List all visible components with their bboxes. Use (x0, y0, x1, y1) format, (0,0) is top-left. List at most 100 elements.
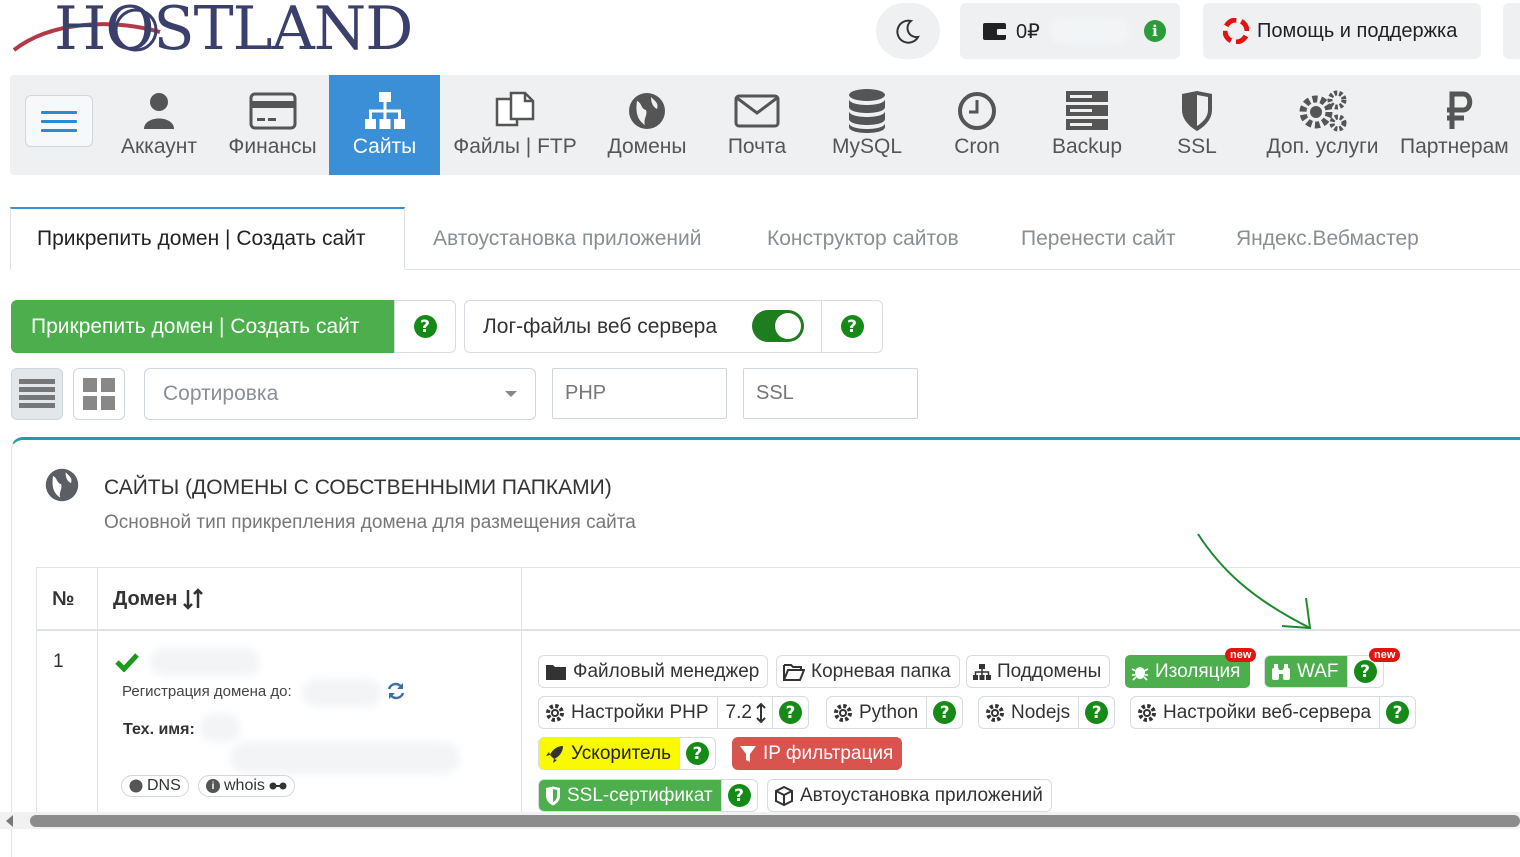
attach-help-button[interactable]: ? (394, 300, 456, 353)
tab-autoinstall[interactable]: Автоустановка приложений (433, 207, 701, 270)
theme-toggle-button[interactable] (876, 3, 940, 59)
log-files-label: Лог-файлы веб сервера (483, 314, 718, 338)
nav-item-mysql[interactable]: MySQL (817, 75, 917, 175)
tab-attach-domain[interactable]: Прикрепить домен | Создать сайт (10, 207, 405, 270)
nav-label: Сайты (352, 135, 417, 158)
help-support-button[interactable]: Помощь и поддержка (1203, 3, 1481, 59)
question-icon: ? (778, 701, 802, 724)
redacted-tech (200, 714, 240, 742)
php-filter-input[interactable]: PHP (552, 368, 727, 419)
nodejs-button[interactable]: Nodejs ? (978, 696, 1116, 729)
gear-icon (546, 703, 564, 722)
web-server-settings-button[interactable]: Настройки веб-сервера ? (1130, 696, 1417, 729)
scrollbar-thumb[interactable] (30, 815, 1520, 827)
grid-view-button[interactable] (73, 368, 125, 420)
new-badge: new (1369, 648, 1401, 662)
redacted-domain (150, 648, 260, 676)
annotation-arrow (1197, 533, 1312, 630)
globe-icon (44, 467, 80, 508)
main-nav: Аккаунт Финансы Сайты Файлы | FTP Домены… (10, 75, 1520, 175)
wallet-icon (983, 23, 1007, 40)
php-settings-button[interactable]: Настройки PHP 7.2 ? (538, 696, 809, 729)
nav-label: Аккаунт (120, 135, 197, 158)
hamburger-icon (41, 110, 77, 114)
chevron-down-icon (505, 391, 517, 397)
gears-icon (1298, 75, 1348, 135)
binoculars-icon (1272, 663, 1290, 680)
tab-yandex-webmaster[interactable]: Яндекс.Вебмастер (1236, 207, 1419, 270)
nav-label: Cron (954, 135, 1000, 158)
ssl-filter-input[interactable]: SSL (743, 368, 918, 419)
nav-label: SSL (1177, 135, 1217, 158)
gear-icon (986, 703, 1004, 722)
accelerator-button[interactable]: Ускоритель ? (538, 737, 716, 770)
list-icon (19, 379, 55, 408)
header-extra-button[interactable] (1503, 3, 1520, 59)
php-version-select[interactable]: 7.2 (716, 697, 772, 728)
dns-button[interactable]: DNS (121, 775, 189, 797)
col-domain[interactable]: Домен (113, 567, 204, 631)
redacted-tech-2 (230, 742, 460, 774)
section-title: САЙТЫ (ДОМЕНЫ С СОБСТВЕННЫМИ ПАПКАМИ) (104, 476, 612, 499)
nav-item-files-ftp[interactable]: Файлы | FTP (450, 75, 580, 175)
nav-item-domains[interactable]: Домены (597, 75, 697, 175)
sort-select[interactable]: Сортировка (144, 368, 536, 420)
nav-item-sites[interactable]: Сайты (329, 75, 440, 175)
credit-card-icon (249, 75, 297, 135)
tab-transfer-site[interactable]: Перенести сайт (1021, 207, 1176, 270)
log-files-toggle[interactable] (752, 310, 804, 342)
tech-label: Тех. имя: (123, 721, 195, 738)
folder-open-icon (783, 663, 805, 681)
reg-label: Регистрация домена до: (122, 683, 292, 700)
nav-item-partners[interactable]: Партнерам (1400, 75, 1520, 175)
nav-label: Партнерам (1400, 135, 1509, 158)
logo-text: HOSTLAND (54, 0, 413, 64)
sitemap-icon (362, 75, 408, 135)
nav-item-cron[interactable]: Cron (927, 75, 1027, 175)
new-badge: new (1225, 648, 1257, 662)
balance-value: 0₽ (1016, 20, 1040, 43)
question-icon: ? (1353, 660, 1377, 683)
waf-button[interactable]: WAF ? (1264, 655, 1384, 688)
shield-icon (1180, 75, 1214, 135)
hostland-logo[interactable]: HOSTLAND (10, 0, 413, 64)
file-manager-button[interactable]: Файловый менеджер (538, 655, 769, 688)
nav-item-ssl[interactable]: SSL (1147, 75, 1247, 175)
log-help-button[interactable]: ? (821, 300, 883, 353)
subdomains-button[interactable]: Поддомены (966, 655, 1111, 688)
ip-filter-button[interactable]: IP фильтрация (732, 737, 903, 770)
whois-button[interactable]: i whois (198, 775, 295, 797)
nav-label: Файлы | FTP (453, 135, 577, 158)
shield-icon (546, 786, 560, 805)
row-number: 1 (53, 651, 64, 672)
question-icon: ? (685, 742, 709, 765)
ssl-certificate-button[interactable]: SSL-сертификат ? (538, 779, 758, 812)
database-icon (847, 75, 887, 135)
tab-site-builder[interactable]: Конструктор сайтов (767, 207, 959, 270)
list-view-button[interactable] (11, 368, 63, 420)
globe-icon (627, 75, 667, 135)
nav-item-account[interactable]: Аккаунт (109, 75, 209, 175)
autoinstall-apps-button[interactable]: Автоустановка приложений (767, 779, 1052, 812)
nav-label: MySQL (831, 135, 902, 158)
menu-toggle-button[interactable] (25, 95, 93, 147)
cube-icon (775, 785, 793, 806)
nav-label: Backup (1051, 135, 1123, 158)
rocket-icon (546, 745, 563, 763)
check-icon (115, 653, 139, 672)
refresh-icon[interactable] (386, 681, 406, 701)
scroll-left-icon[interactable] (6, 815, 13, 827)
balance-widget[interactable]: 0₽ i (960, 3, 1180, 59)
bug-icon (1131, 666, 1149, 681)
gear-icon (834, 703, 852, 722)
attach-domain-button[interactable]: Прикрепить домен | Создать сайт (11, 300, 395, 353)
section-subtitle: Основной тип прикрепления домена для раз… (104, 512, 636, 533)
clock-icon (957, 75, 997, 135)
nav-item-extra-services[interactable]: Доп. услуги (1260, 75, 1385, 175)
root-folder-button[interactable]: Корневая папка (776, 655, 960, 688)
nav-item-mail[interactable]: Почта (707, 75, 807, 175)
info-icon[interactable]: i (1143, 20, 1166, 42)
nav-item-backup[interactable]: Backup (1037, 75, 1137, 175)
nav-item-finance[interactable]: Финансы (220, 75, 325, 175)
python-button[interactable]: Python ? (826, 696, 964, 729)
